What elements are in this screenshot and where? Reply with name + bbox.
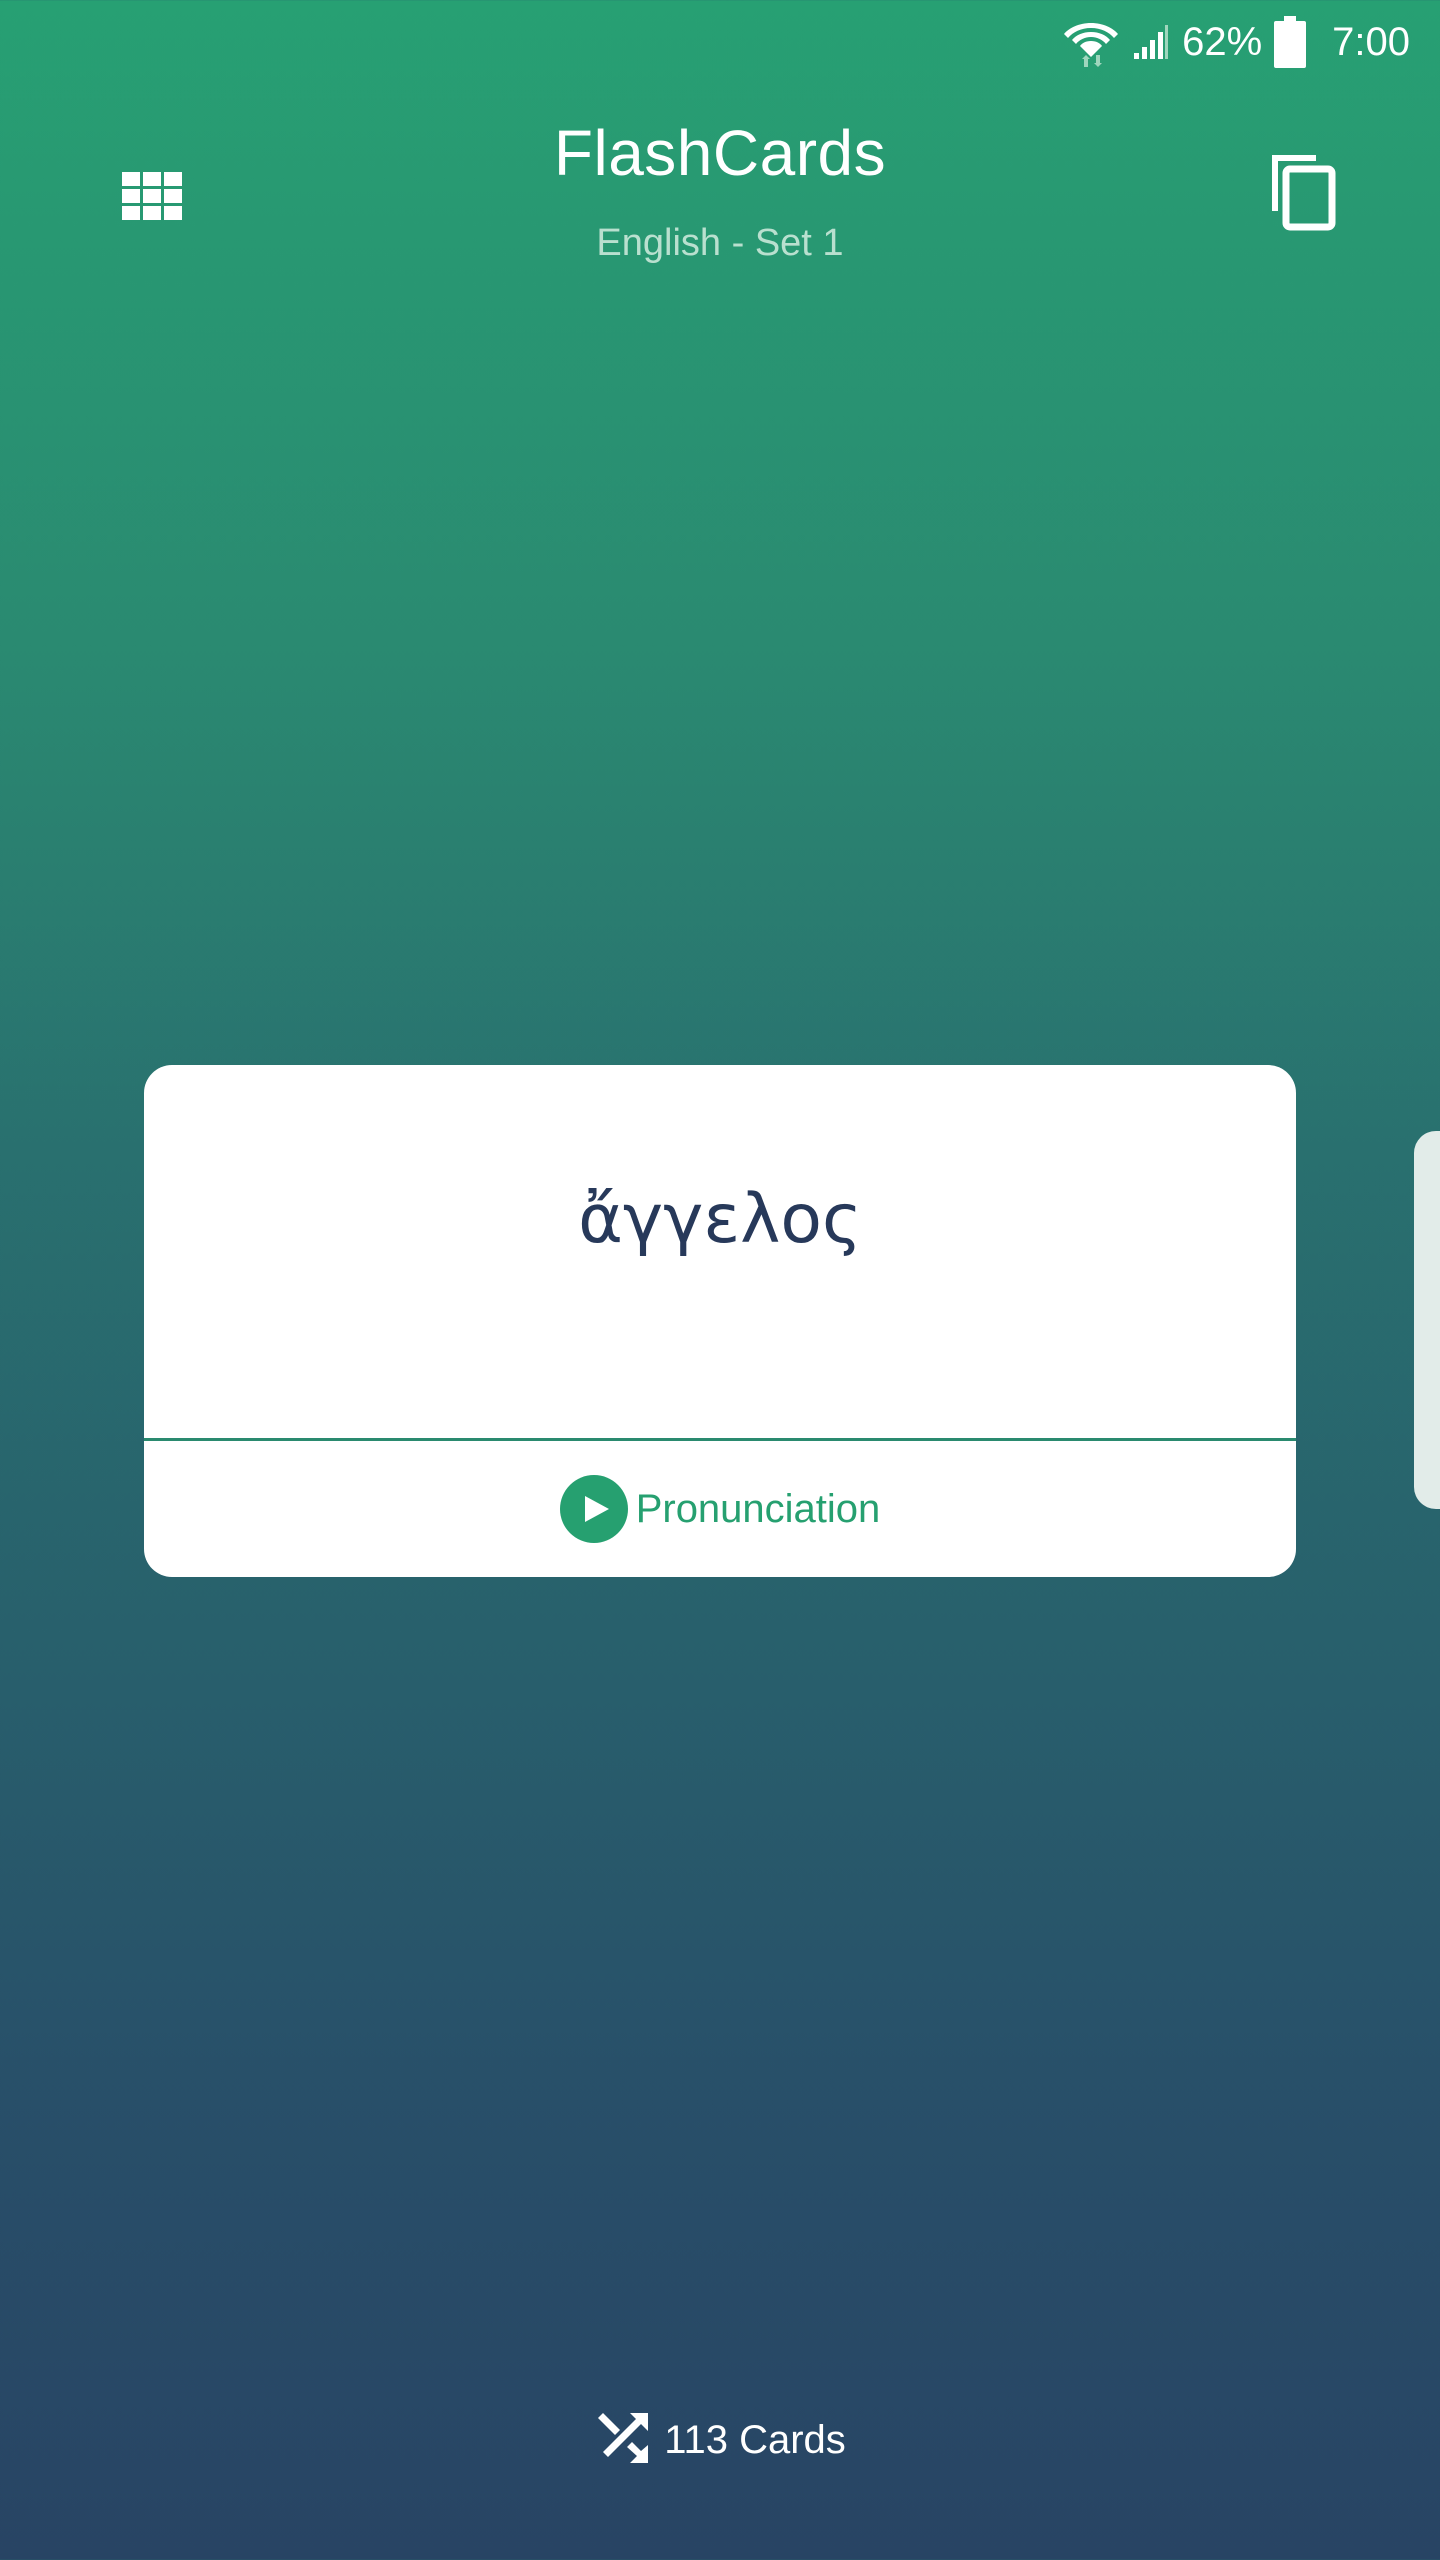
clock: 7:00 [1332, 19, 1410, 64]
play-icon [559, 1475, 628, 1543]
shuffle-icon [594, 2409, 652, 2472]
set-subtitle: English - Set 1 [596, 222, 844, 264]
copy-icon [1272, 155, 1336, 231]
status-bar: 62% 7:00 [0, 0, 1440, 84]
pronunciation-button[interactable]: Pronunciation [144, 1441, 1296, 1577]
card-word: ἄγγελος [578, 1180, 862, 1259]
page-title: FlashCards [553, 117, 887, 189]
battery-percent: 62% [1182, 19, 1263, 64]
flash-card[interactable]: ἄγγελος Pronunciation [144, 1065, 1296, 1577]
signal-icon [1134, 25, 1169, 59]
wifi-icon [1064, 23, 1119, 67]
next-card-peek[interactable] [1414, 1131, 1440, 1509]
app-header: FlashCards English - Set 1 [0, 100, 1440, 300]
battery-icon [1274, 16, 1307, 68]
pronunciation-label: Pronunciation [635, 1486, 881, 1531]
card-count: 113 Cards [664, 2417, 846, 2462]
shuffle-cards-button[interactable]: 113 Cards [0, 2400, 1440, 2480]
copy-button[interactable] [1258, 146, 1348, 236]
